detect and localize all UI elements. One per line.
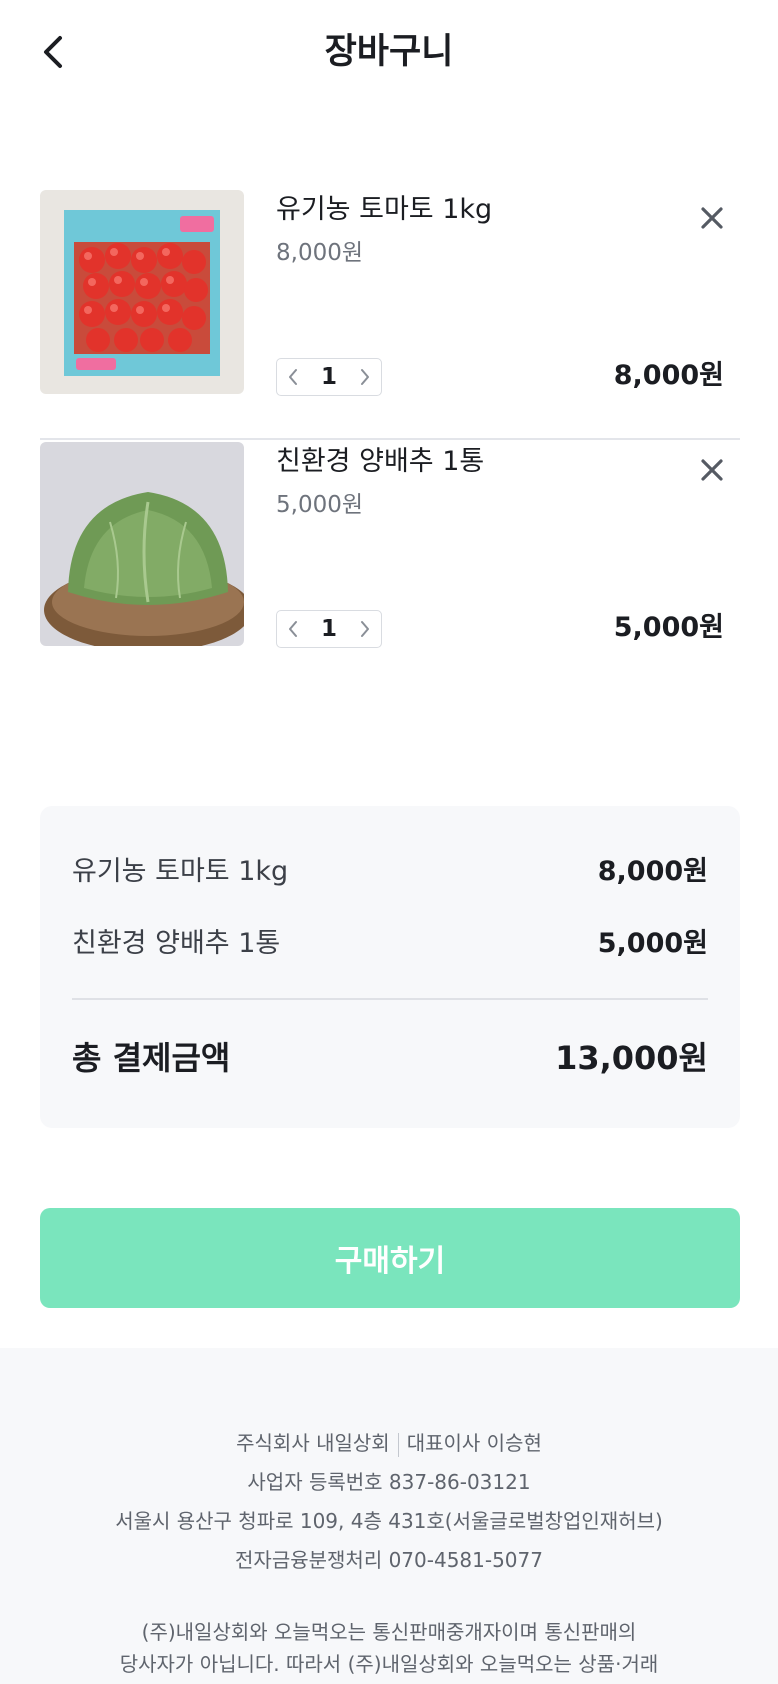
- purchase-button[interactable]: 구매하기: [40, 1208, 740, 1308]
- cabbage-image: [40, 442, 244, 646]
- close-icon: [701, 207, 723, 229]
- footer: 주식회사 내일상회 대표이사 이승현 사업자 등록번호 837-86-03121 …: [0, 1348, 778, 1684]
- divider: [397, 1432, 399, 1457]
- summary-row-label: 유기농 토마토 1kg: [72, 856, 289, 887]
- divider: [72, 998, 708, 1000]
- cart-item: 친환경 양배추 1통 5,000원 1 5,000원: [40, 442, 740, 648]
- summary-row-amount: 5,000원: [597, 928, 708, 959]
- item-name: 친환경 양배추 1통: [276, 446, 485, 477]
- summary-row: 친환경 양배추 1통 5,000원: [72, 926, 708, 962]
- item-unit-price: 8,000원: [276, 240, 364, 266]
- quantity-stepper: 1: [276, 610, 382, 648]
- summary-total: 총 결제금액 13,000원: [72, 1036, 708, 1080]
- chevron-left-icon: [289, 621, 297, 637]
- close-icon: [701, 459, 723, 481]
- divider: [40, 438, 740, 440]
- header: 장바구니: [0, 0, 778, 106]
- item-unit-price: 5,000원: [276, 492, 364, 518]
- legal-notice-line: (주)내일상회와 오늘먹오는 통신판매중개자이며 통신판매의: [141, 1620, 637, 1644]
- tomato-box-image: [40, 190, 244, 394]
- decrease-quantity-button[interactable]: [277, 359, 309, 395]
- quantity-stepper: 1: [276, 358, 382, 396]
- company-address: 서울시 용산구 청파로 109, 4층 431호(서울글로벌창업인재허브): [115, 1509, 663, 1533]
- dispute-contact: 전자금융분쟁처리 070-4581-5077: [235, 1548, 543, 1572]
- business-number: 사업자 등록번호 837-86-03121: [247, 1470, 531, 1494]
- summary-row: 유기농 토마토 1kg 8,000원: [72, 854, 708, 890]
- company-info-line: 주식회사 내일상회 대표이사 이승현: [0, 1424, 778, 1463]
- cart-list: 유기농 토마토 1kg 8,000원 1 8,000원 친환경 양배추 1통 5…: [40, 190, 740, 648]
- chevron-left-icon: [289, 369, 297, 385]
- remove-item-button[interactable]: [692, 198, 732, 238]
- company-name: 주식회사 내일상회: [236, 1431, 390, 1455]
- increase-quantity-button[interactable]: [349, 611, 381, 647]
- quantity-value: 1: [320, 616, 337, 642]
- ceo-name: 대표이사 이승현: [406, 1431, 542, 1455]
- remove-item-button[interactable]: [692, 450, 732, 490]
- item-total: 8,000원: [613, 360, 724, 391]
- total-amount: 13,000원: [555, 1039, 708, 1077]
- decrease-quantity-button[interactable]: [277, 611, 309, 647]
- legal-notice-line: 당사자가 아닙니다. 따라서 (주)내일상회와 오늘먹오는 상품·거래: [119, 1652, 659, 1676]
- order-summary: 유기농 토마토 1kg 8,000원 친환경 양배추 1통 5,000원 총 결…: [40, 806, 740, 1128]
- item-name: 유기농 토마토 1kg: [276, 194, 493, 225]
- chevron-right-icon: [361, 369, 369, 385]
- total-label: 총 결제금액: [72, 1039, 231, 1077]
- quantity-value: 1: [320, 364, 337, 390]
- cart-item: 유기농 토마토 1kg 8,000원 1 8,000원: [40, 190, 740, 440]
- summary-row-amount: 8,000원: [597, 856, 708, 887]
- chevron-right-icon: [361, 621, 369, 637]
- page-title: 장바구니: [324, 32, 454, 72]
- legal-notice: (주)내일상회와 오늘먹오는 통신판매중개자이며 통신판매의 당사자가 아닙니다…: [0, 1616, 778, 1680]
- increase-quantity-button[interactable]: [349, 359, 381, 395]
- item-total: 5,000원: [613, 612, 724, 643]
- summary-row-label: 친환경 양배추 1통: [72, 928, 281, 959]
